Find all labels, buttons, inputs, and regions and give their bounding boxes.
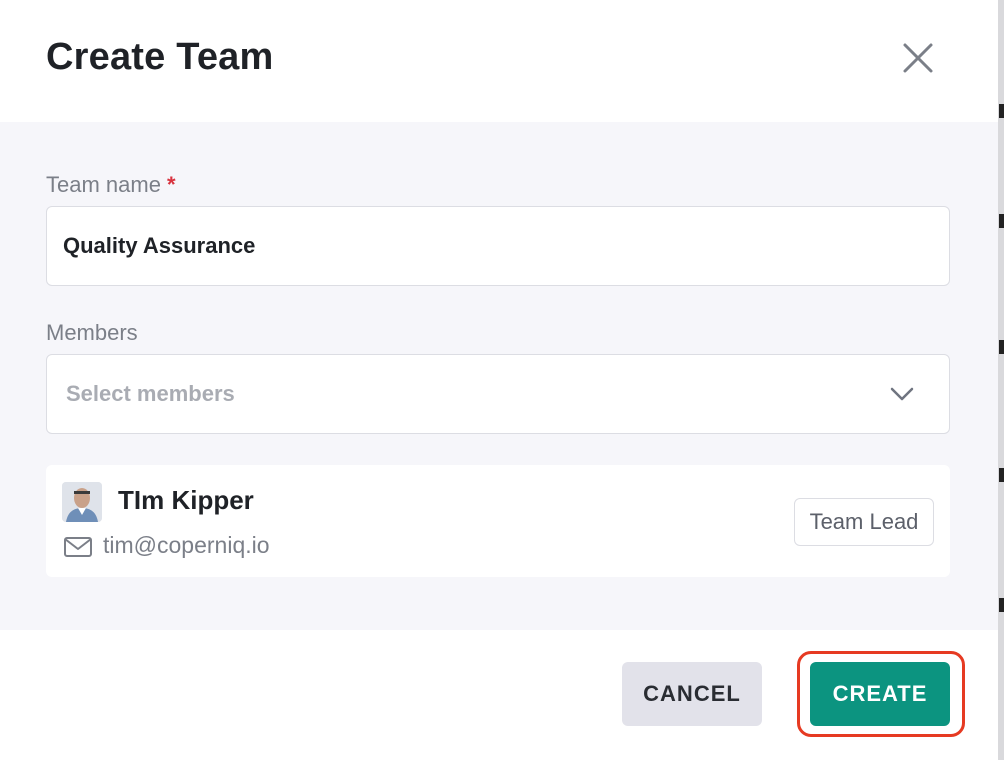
team-name-input[interactable]: Quality Assurance: [46, 206, 950, 286]
cancel-button[interactable]: CANCEL: [622, 662, 762, 726]
page-backdrop: [998, 0, 1004, 760]
chevron-down-icon: [890, 387, 914, 401]
dialog-body: Team name * Quality Assurance Members Sel…: [0, 122, 998, 630]
close-button[interactable]: [898, 38, 938, 78]
create-team-dialog: Create Team Team name * Quality Assurance…: [0, 0, 998, 760]
member-card: TIm Kipper tim@coperniq.io Team Lead: [46, 465, 950, 577]
backdrop-fragment: [999, 104, 1004, 118]
avatar: [62, 482, 102, 522]
create-button[interactable]: CREATE: [810, 662, 950, 726]
close-icon: [903, 43, 933, 73]
team-name-label-text: Team name: [46, 172, 161, 197]
backdrop-fragment: [999, 468, 1004, 482]
dialog-header: Create Team: [0, 0, 998, 122]
backdrop-fragment: [999, 214, 1004, 228]
role-badge[interactable]: Team Lead: [794, 498, 934, 546]
backdrop-fragment: [999, 598, 1004, 612]
required-marker: *: [166, 172, 176, 197]
members-placeholder: Select members: [66, 381, 235, 406]
member-name: TIm Kipper: [118, 485, 254, 515]
dialog-footer: CANCEL CREATE: [0, 630, 998, 760]
member-email: tim@coperniq.io: [103, 532, 270, 558]
members-select[interactable]: Select members: [46, 354, 950, 434]
avatar-photo: [62, 482, 102, 522]
mail-icon: [64, 537, 92, 557]
team-name-value: Quality Assurance: [63, 233, 256, 258]
dialog-title: Create Team: [46, 36, 274, 78]
backdrop-fragment: [999, 340, 1004, 354]
team-name-label: Team name *: [46, 172, 176, 198]
members-label: Members: [46, 320, 138, 345]
